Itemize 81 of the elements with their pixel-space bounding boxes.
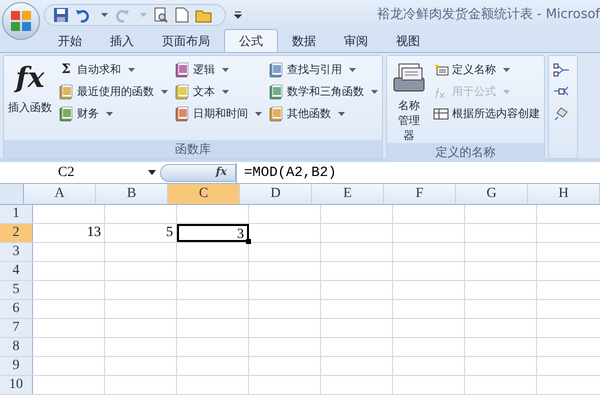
column-header[interactable]: A — [24, 184, 96, 204]
save-icon[interactable] — [53, 7, 69, 23]
row-header[interactable]: 10 — [0, 376, 33, 394]
row-header[interactable]: 1 — [0, 205, 33, 223]
ribbon-command[interactable]: 逻辑 — [172, 59, 264, 81]
row-header[interactable]: 3 — [0, 243, 33, 261]
group-label: 定义的名称 — [387, 143, 544, 161]
dropdown-arrow-icon — [148, 170, 156, 175]
table-cell[interactable]: 13 — [33, 224, 105, 242]
book-magnifier-icon — [268, 62, 284, 78]
caret-icon — [101, 13, 108, 17]
book-theta-icon — [268, 84, 284, 100]
sigma-icon: Σ — [58, 62, 74, 78]
fx-icon: fx — [16, 60, 44, 96]
column-header[interactable]: H — [528, 184, 600, 204]
trace-precedents-icon[interactable] — [553, 62, 569, 78]
undo-icon[interactable] — [75, 7, 91, 23]
ribbon-large-command[interactable]: 名称管理器 — [389, 56, 429, 143]
book-text-icon — [174, 84, 190, 100]
fill-handle[interactable] — [246, 239, 251, 244]
formula-field[interactable]: =MOD(A2,B2) — [236, 162, 600, 182]
group-label: 函数库 — [4, 140, 382, 158]
column-header[interactable]: G — [456, 184, 528, 204]
column-header[interactable]: C — [168, 184, 240, 204]
books-icon — [268, 106, 284, 122]
new-document-icon[interactable] — [175, 7, 189, 23]
ribbon-command[interactable]: 根据所选内容创建 — [431, 103, 542, 125]
caret-icon — [140, 13, 147, 17]
table-cell[interactable]: 5 — [105, 224, 177, 242]
ribbon-command[interactable]: 数学和三角函数 — [266, 81, 380, 103]
ribbon-command[interactable]: Σ 自动求和 — [56, 59, 170, 81]
caret-icon — [222, 90, 229, 94]
row-header[interactable]: 7 — [0, 319, 33, 337]
row-header[interactable]: 9 — [0, 357, 33, 375]
ribbon-tab[interactable]: 数据 — [278, 29, 330, 52]
ribbon-large-command[interactable]: fx 插入函数 — [6, 56, 54, 140]
tag-icon — [433, 62, 449, 78]
customize-toolbar-icon[interactable] — [234, 11, 242, 19]
office-logo-icon — [10, 10, 32, 32]
column-header[interactable]: F — [384, 184, 456, 204]
table-cell[interactable]: 3 — [177, 224, 249, 242]
caret-icon — [222, 68, 229, 72]
caret-icon — [349, 68, 356, 72]
ribbon-tab[interactable]: 开始 — [44, 29, 96, 52]
window-title: 裕龙冷鲜肉发货金额统计表 - Microsof — [376, 6, 600, 24]
caret-icon — [106, 112, 113, 116]
caret-icon — [371, 90, 378, 94]
name-box[interactable]: C2 — [0, 162, 160, 182]
table-icon — [433, 106, 449, 122]
caret-icon — [255, 112, 262, 116]
row-header[interactable]: 5 — [0, 281, 33, 299]
caret-icon — [503, 68, 510, 72]
book-question-icon — [174, 62, 190, 78]
ribbon-tab[interactable]: 页面布局 — [148, 29, 224, 52]
ribbon-command[interactable]: 查找与引用 — [266, 59, 380, 81]
formula-bar-handle[interactable]: fx — [160, 164, 236, 182]
ribbon-command[interactable]: 最近使用的函数 — [56, 81, 170, 103]
ribbon-tab[interactable]: 视图 — [382, 29, 434, 52]
book-icon — [58, 106, 74, 122]
caret-icon — [503, 90, 510, 94]
row-header[interactable]: 4 — [0, 262, 33, 280]
ribbon-command[interactable]: 财务 — [56, 103, 170, 125]
ribbon-command[interactable]: 定义名称 — [431, 59, 542, 81]
ribbon-tab[interactable]: 插入 — [96, 29, 148, 52]
ribbon-tab[interactable]: 审阅 — [330, 29, 382, 52]
caret-icon — [338, 112, 345, 116]
insert-function-icon[interactable]: fx — [216, 164, 227, 181]
ribbon-tab[interactable]: 公式 — [224, 29, 278, 52]
column-header[interactable]: E — [312, 184, 384, 204]
print-preview-icon[interactable] — [153, 7, 169, 23]
ribbon-command[interactable]: 文本 — [172, 81, 264, 103]
eraser-arrows-icon[interactable] — [553, 106, 569, 122]
column-header[interactable]: D — [240, 184, 312, 204]
row-header[interactable]: 2 — [0, 224, 33, 242]
ribbon-command[interactable]: 其他函数 — [266, 103, 380, 125]
caret-icon — [161, 90, 168, 94]
row-header[interactable]: 6 — [0, 300, 33, 318]
row-header[interactable]: 8 — [0, 338, 33, 356]
book-calendar-icon — [174, 106, 190, 122]
ribbon-command[interactable]: 日期和时间 — [172, 103, 264, 125]
caret-icon — [128, 68, 135, 72]
